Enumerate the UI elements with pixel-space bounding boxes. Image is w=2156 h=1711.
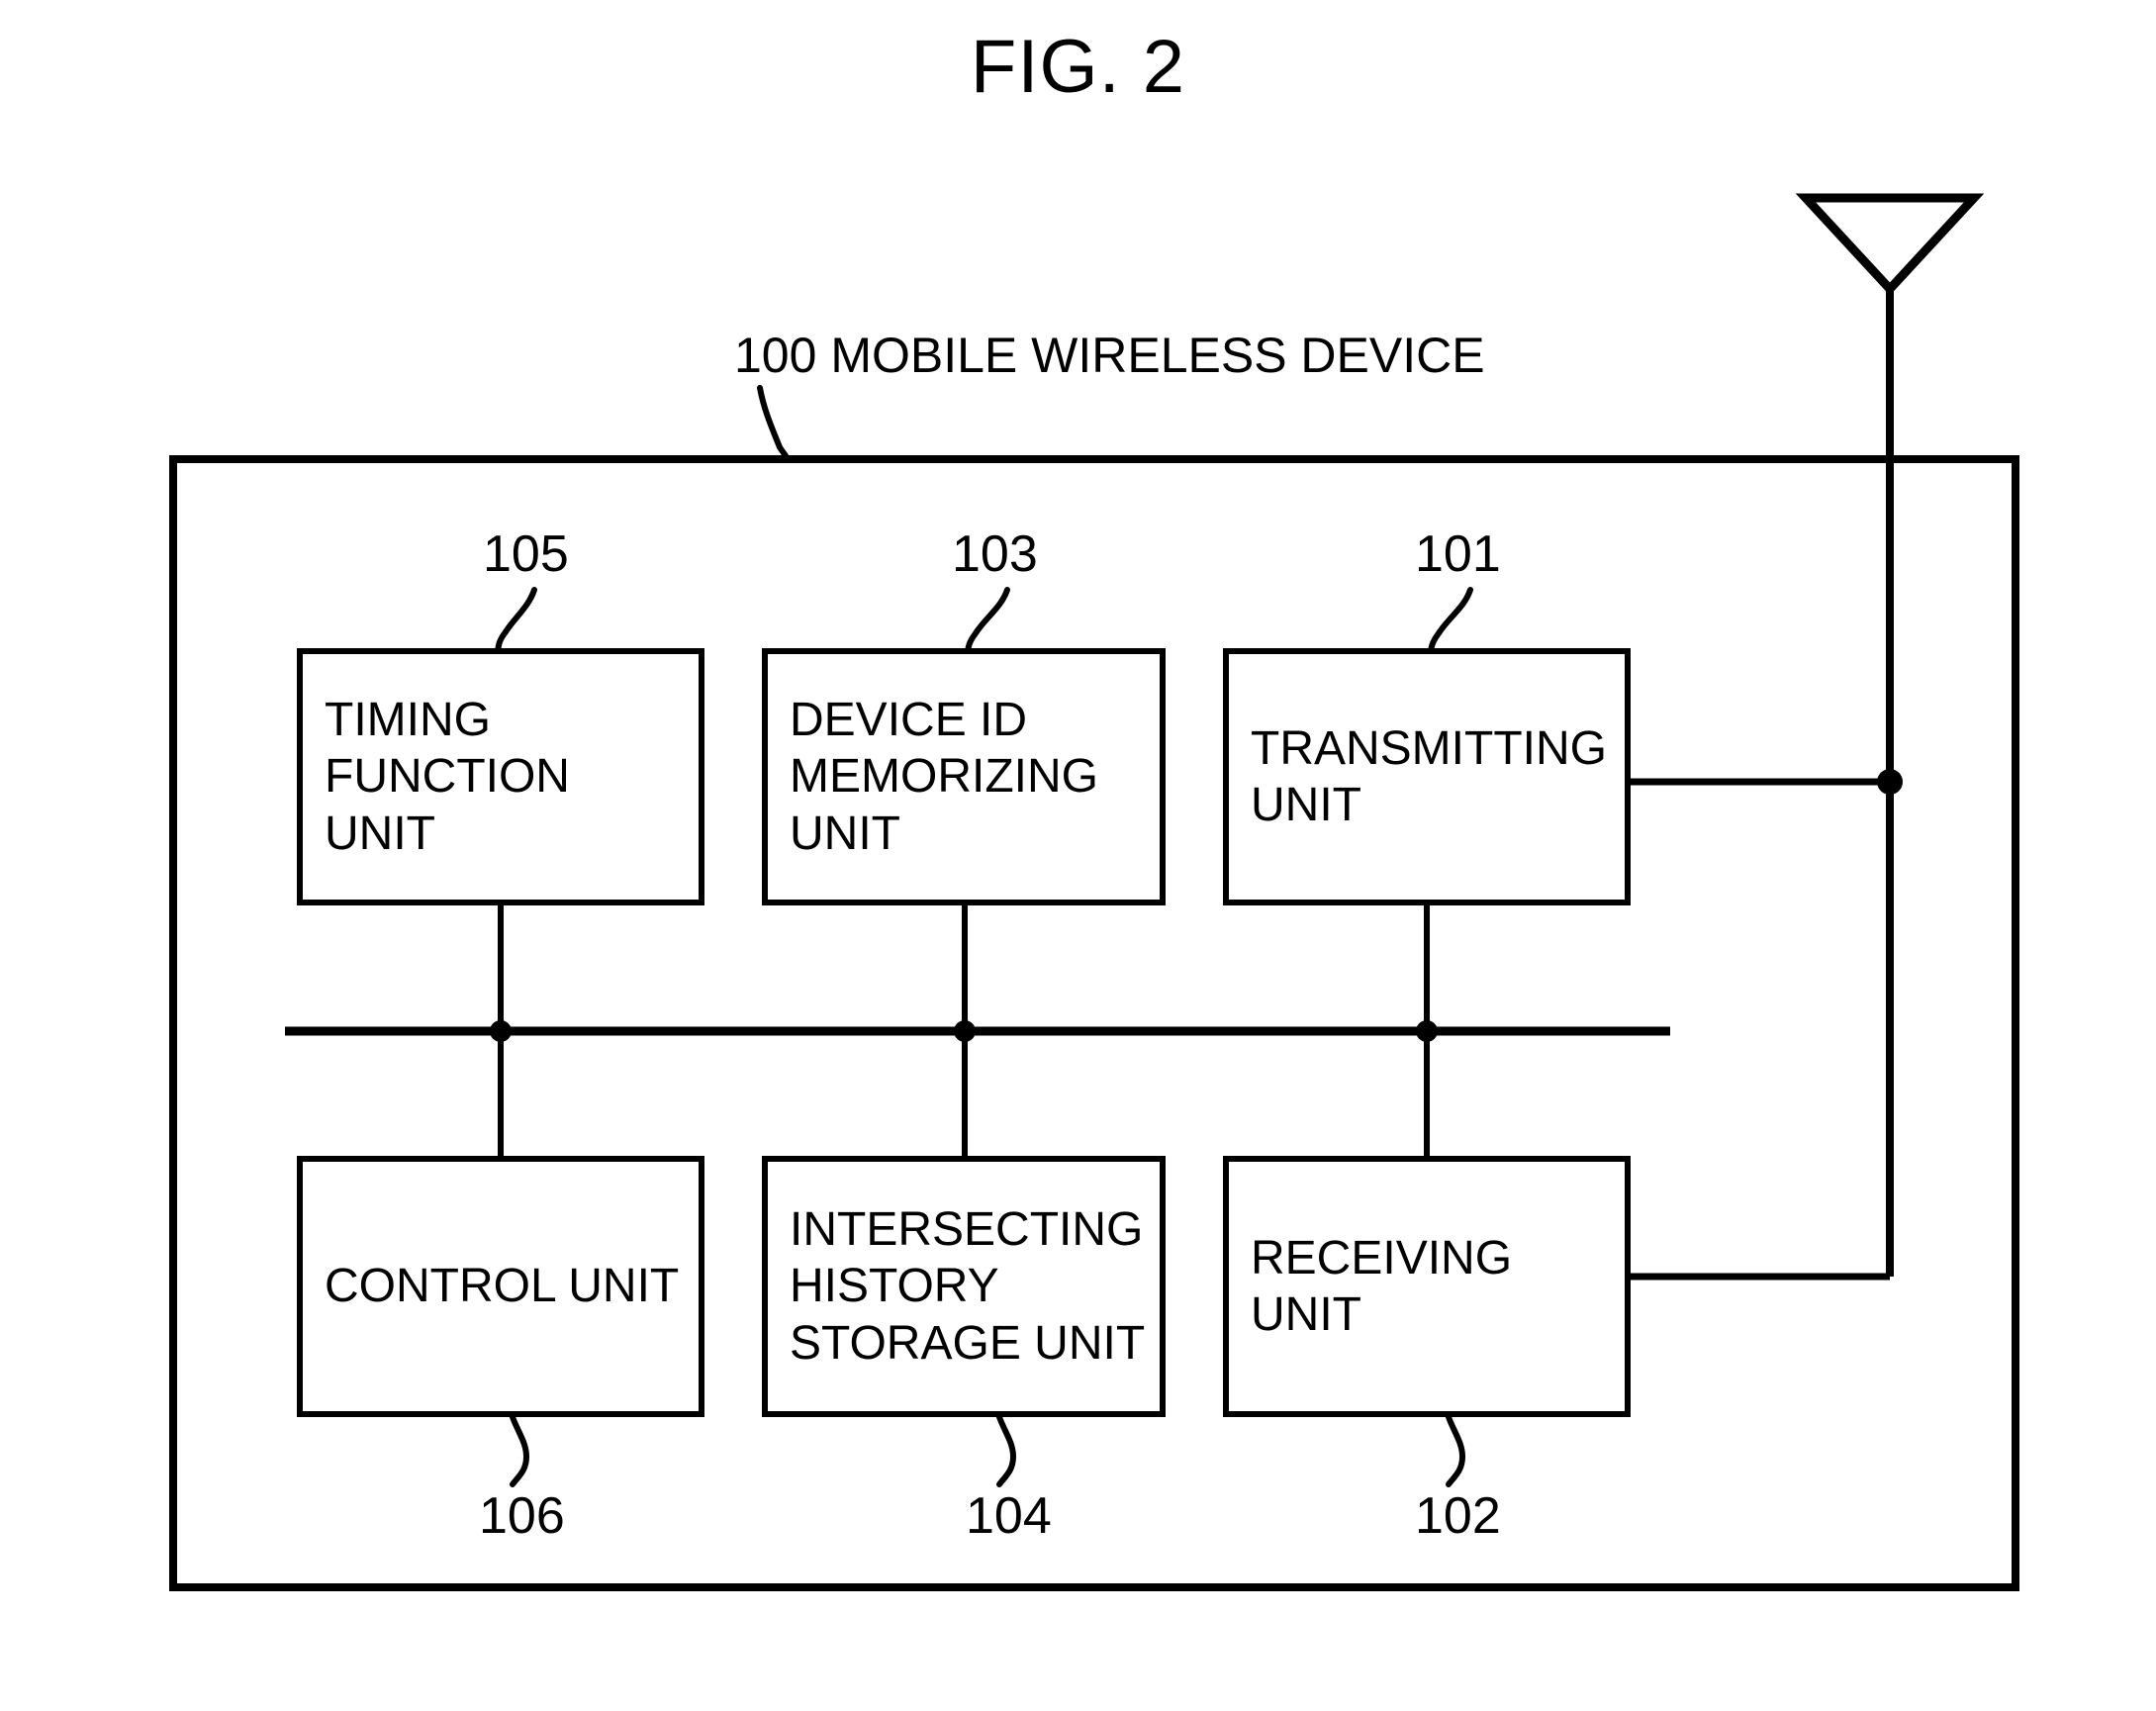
antenna-triangle-icon	[1795, 193, 1985, 782]
ref-number-105: 105	[483, 525, 569, 583]
ref-number-103: 103	[952, 525, 1038, 583]
ref-number-101: 101	[1415, 525, 1501, 583]
block-timing-function-unit[interactable]: TIMING FUNCTION UNIT	[297, 648, 704, 905]
leader-line-102	[1446, 1414, 1466, 1487]
block-control-unit[interactable]: CONTROL UNIT	[297, 1156, 704, 1417]
leader-line-103	[965, 587, 1010, 654]
leader-line-106	[510, 1414, 530, 1487]
ref-number-102: 102	[1415, 1487, 1501, 1545]
block-label-intersecting-history-storage-unit: INTERSECTING HISTORY STORAGE UNIT	[790, 1203, 1146, 1370]
block-label-control-unit: CONTROL UNIT	[325, 1260, 680, 1313]
bus-junction-dot	[1416, 1020, 1438, 1042]
block-intersecting-history-storage-unit[interactable]: INTERSECTING HISTORY STORAGE UNIT	[762, 1156, 1166, 1417]
block-label-receiving-unit: RECEIVING UNIT	[1251, 1231, 1513, 1341]
antenna-feed-junction-dot	[1877, 769, 1903, 795]
ref-number-106: 106	[479, 1487, 565, 1545]
block-label-timing-function-unit: TIMING FUNCTION UNIT	[325, 694, 570, 860]
patent-figure: FIG. 2 100 MOBILE WIRELESS DEVICE 105 10…	[0, 0, 2156, 1711]
leader-line-105	[495, 587, 537, 654]
block-label-device-id-memorizing-unit: DEVICE ID MEMORIZING UNIT	[790, 694, 1098, 860]
bus-junction-dot	[954, 1020, 976, 1042]
block-label-transmitting-unit: TRANSMITTING UNIT	[1251, 721, 1607, 831]
bus-junction-dot	[490, 1020, 512, 1042]
leader-line-101	[1428, 587, 1473, 654]
device-label-100: 100 MOBILE WIRELESS DEVICE	[734, 328, 1485, 383]
leader-line-104	[996, 1414, 1017, 1487]
block-device-id-memorizing-unit[interactable]: DEVICE ID MEMORIZING UNIT	[762, 648, 1166, 905]
device-enclosure	[169, 455, 2019, 1591]
leader-line-100	[757, 385, 791, 462]
ref-number-104: 104	[966, 1487, 1052, 1545]
block-receiving-unit[interactable]: RECEIVING UNIT	[1223, 1156, 1631, 1417]
block-transmitting-unit[interactable]: TRANSMITTING UNIT	[1223, 648, 1631, 905]
